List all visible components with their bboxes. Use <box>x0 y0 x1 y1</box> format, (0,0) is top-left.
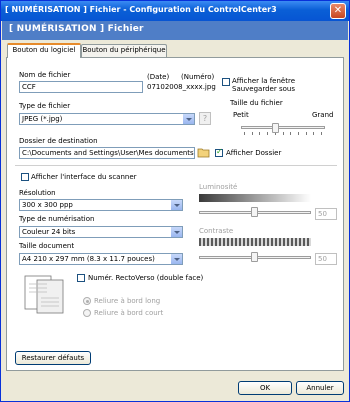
date-label: (Date) <box>147 73 170 81</box>
dialog-window: [ NUMÉRISATION ] Fichier - Configuration… <box>0 0 350 402</box>
slider-tick <box>259 132 260 135</box>
restore-defaults-button[interactable]: Restaurer défauts <box>15 351 91 365</box>
slider-ticks <box>241 132 325 135</box>
divider <box>15 165 337 166</box>
slider-tick <box>306 132 307 135</box>
contrast-label: Contraste <box>199 227 234 235</box>
number-label: (Numéro) <box>181 73 215 81</box>
slider-tick <box>321 132 322 135</box>
resolution-label: Résolution <box>19 189 56 197</box>
slider-thumb[interactable] <box>251 252 258 262</box>
chevron-down-icon <box>170 200 182 210</box>
scan-type-value: Couleur 24 bits <box>22 228 76 236</box>
slider-tick <box>298 132 299 135</box>
header-title: [ NUMÉRISATION ] Fichier <box>9 24 144 34</box>
show-folder-checkbox[interactable] <box>215 147 223 157</box>
slider-tick <box>283 132 284 135</box>
show-scanner-interface-label: Afficher l'interface du scanner <box>31 173 137 181</box>
slider-tick <box>244 132 245 135</box>
slider-tick <box>267 132 268 135</box>
folder-icon[interactable] <box>197 146 210 159</box>
scan-type-label: Type de numérisation <box>19 215 95 223</box>
slider-thumb[interactable] <box>251 207 258 217</box>
brightness-label: Luminosité <box>199 183 238 191</box>
cancel-button[interactable]: Annuler <box>296 381 344 395</box>
duplex-icon <box>23 274 67 314</box>
title-bar[interactable]: [ NUMÉRISATION ] Fichier - Configuration… <box>1 1 349 21</box>
close-button[interactable]: ✕ <box>330 3 346 19</box>
slider-tick <box>290 132 291 135</box>
long-edge-label: Reliure à bord long <box>94 297 161 305</box>
file-type-label: Type de fichier <box>19 102 71 110</box>
file-type-value: JPEG (*.jpg) <box>22 115 63 123</box>
resolution-select[interactable]: 300 x 300 ppp <box>19 199 183 211</box>
contrast-value[interactable]: 50 <box>315 253 337 265</box>
long-edge-radio[interactable] <box>83 297 91 305</box>
document-size-value: A4 210 x 297 mm (8.3 x 11.7 pouces) <box>22 255 155 263</box>
slider-thumb[interactable] <box>272 123 279 133</box>
short-edge-label: Reliure à bord court <box>94 309 164 317</box>
file-name-label: Nom de fichier <box>19 71 71 79</box>
short-edge-radio[interactable] <box>83 309 91 317</box>
duplex-label: Numér. RectoVerso (double face) <box>88 274 204 282</box>
size-large-label: Grand <box>312 111 334 119</box>
show-save-window-label: Afficher la fenêtre Sauvegarder sous <box>232 77 295 93</box>
duplex-checkbox[interactable] <box>77 274 85 282</box>
header-band: [ NUMÉRISATION ] Fichier <box>2 21 348 40</box>
window-title: [ NUMÉRISATION ] Fichier - Configuration… <box>5 5 277 14</box>
size-small-label: Petit <box>233 111 249 119</box>
contrast-slider[interactable] <box>199 252 311 264</box>
chevron-down-icon <box>170 254 182 264</box>
help-icon[interactable]: ? <box>199 112 211 125</box>
chevron-down-icon <box>182 114 194 124</box>
file-name-preview: 07102008_xxxx.jpg <box>147 83 216 91</box>
tab-device-button[interactable]: Bouton du périphérique <box>81 44 167 57</box>
resolution-value: 300 x 300 ppp <box>22 201 73 209</box>
chevron-down-icon <box>170 227 182 237</box>
file-name-input[interactable]: CCF <box>19 81 143 93</box>
show-folder-label: Afficher Dossier <box>226 149 282 157</box>
file-size-label: Taille du fichier <box>230 99 283 107</box>
contrast-gradient <box>199 238 311 246</box>
tab-software-button[interactable]: Bouton du logiciel <box>7 43 81 58</box>
ok-button[interactable]: OK <box>238 381 292 395</box>
slider-tick <box>313 132 314 135</box>
scan-type-select[interactable]: Couleur 24 bits <box>19 226 183 238</box>
file-type-select[interactable]: JPEG (*.jpg) <box>19 113 195 125</box>
destination-input[interactable]: C:\Documents and Settings\User\Mes docum… <box>19 147 195 159</box>
slider-tick <box>252 132 253 135</box>
document-size-select[interactable]: A4 210 x 297 mm (8.3 x 11.7 pouces) <box>19 253 183 265</box>
file-size-slider[interactable] <box>241 123 325 135</box>
show-save-window-checkbox[interactable] <box>222 78 230 86</box>
destination-label: Dossier de destination <box>19 137 98 145</box>
brightness-gradient <box>199 194 311 202</box>
show-scanner-interface-checkbox[interactable] <box>21 173 29 181</box>
brightness-slider[interactable] <box>199 207 311 219</box>
brightness-value[interactable]: 50 <box>315 208 337 220</box>
document-size-label: Taille document <box>19 242 75 250</box>
slider-track <box>241 126 325 129</box>
